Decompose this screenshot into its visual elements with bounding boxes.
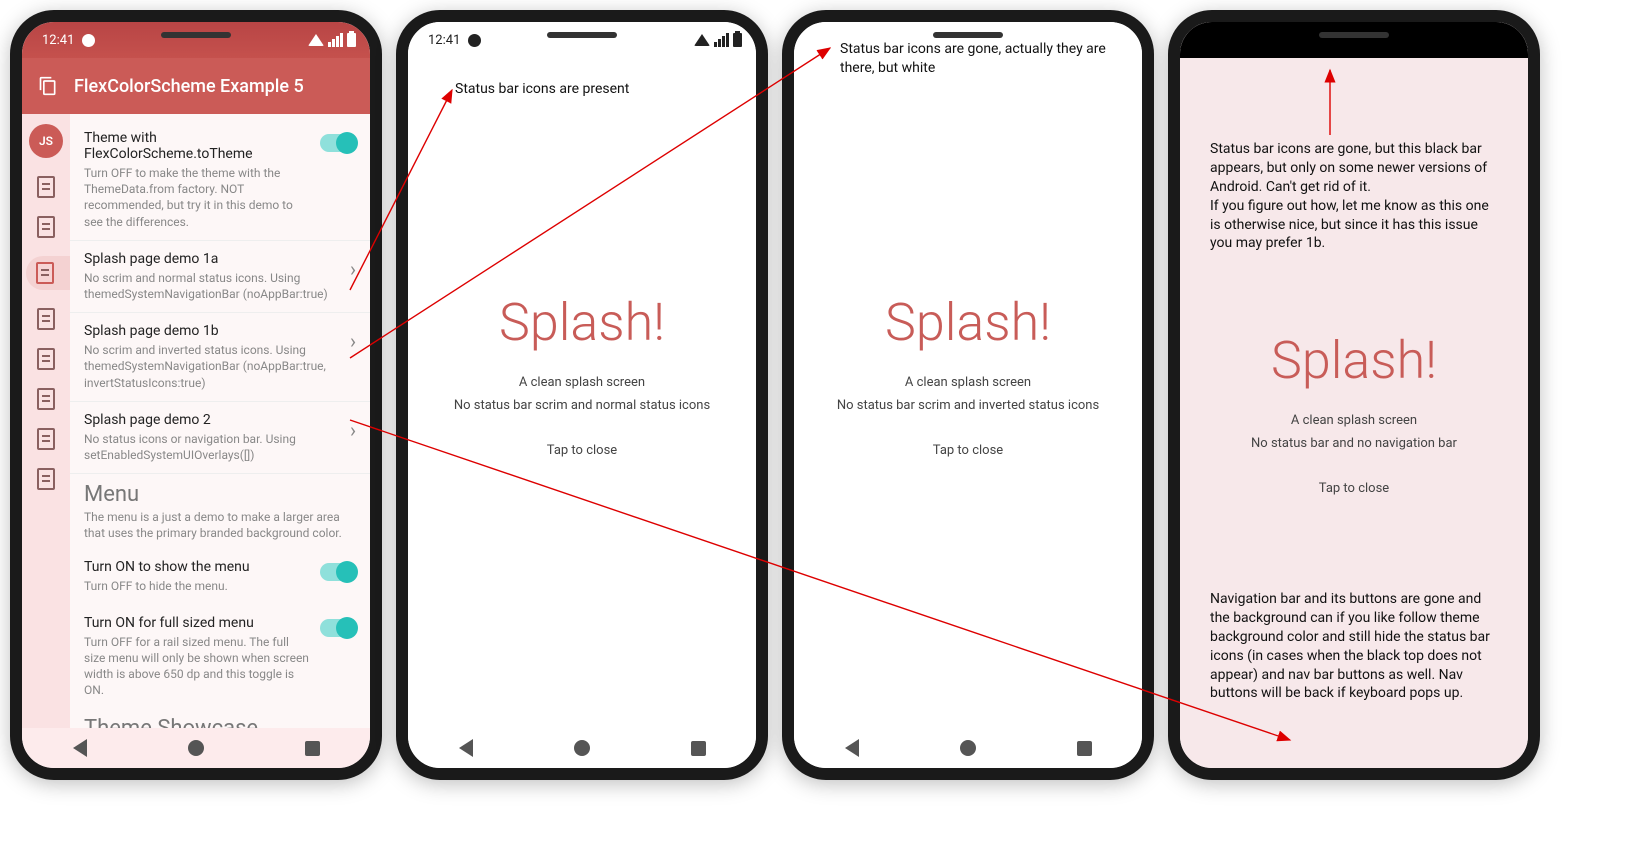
rail-item-icon[interactable] bbox=[37, 468, 55, 490]
battery-icon bbox=[347, 33, 356, 47]
setting-title: Turn ON for full sized menu bbox=[84, 615, 310, 631]
nav-home-icon[interactable] bbox=[960, 740, 976, 756]
setting-subtitle: Turn OFF to make the theme with the Them… bbox=[84, 165, 310, 230]
item-subtitle: No scrim and inverted status icons. Usin… bbox=[84, 342, 340, 391]
splash-line: No status bar scrim and inverted status … bbox=[837, 398, 1099, 413]
annotation-2: Status bar icons are gone, actually they… bbox=[840, 40, 1130, 78]
nav-recents-icon[interactable] bbox=[691, 741, 706, 756]
splash-line: No status bar scrim and normal status ic… bbox=[454, 398, 710, 413]
list-item-splash-1b[interactable]: Splash page demo 1b No scrim and inverte… bbox=[70, 313, 370, 402]
nav-rail: JS bbox=[22, 114, 70, 728]
section-subtitle: The menu is a just a demo to make a larg… bbox=[70, 509, 370, 549]
nav-back-icon[interactable] bbox=[73, 739, 87, 757]
nav-back-icon[interactable] bbox=[845, 739, 859, 757]
splash-screen[interactable]: Splash! A clean splash screen No status … bbox=[794, 22, 1142, 728]
rail-item-icon[interactable] bbox=[37, 216, 55, 238]
app-bar: FlexColorScheme Example 5 bbox=[22, 58, 370, 114]
status-bar: 12:41 bbox=[22, 22, 370, 58]
black-status-bar bbox=[1180, 22, 1528, 58]
setting-subtitle: Turn OFF for a rail sized menu. The full… bbox=[84, 634, 310, 699]
splash-line: A clean splash screen bbox=[1291, 413, 1417, 428]
setting-show-menu[interactable]: Turn ON to show the menu Turn OFF to hid… bbox=[70, 549, 370, 604]
item-title: Splash page demo 2 bbox=[84, 412, 340, 428]
switch-toggle[interactable] bbox=[320, 134, 356, 152]
item-subtitle: No status icons or navigation bar. Using… bbox=[84, 431, 340, 463]
rail-item-icon[interactable] bbox=[37, 428, 55, 450]
item-title: Splash page demo 1a bbox=[84, 251, 340, 267]
chevron-right-icon: › bbox=[350, 259, 356, 279]
wifi-icon bbox=[308, 34, 324, 46]
copy-icon[interactable] bbox=[38, 76, 58, 96]
signal-icon bbox=[328, 33, 343, 47]
list-item-splash-2[interactable]: Splash page demo 2 No status icons or na… bbox=[70, 402, 370, 474]
switch-toggle[interactable] bbox=[320, 563, 356, 581]
rail-item-icon[interactable] bbox=[37, 348, 55, 370]
nav-recents-icon[interactable] bbox=[1077, 741, 1092, 756]
android-nav-bar bbox=[22, 728, 370, 768]
android-nav-bar bbox=[408, 728, 756, 768]
rail-item-icon[interactable] bbox=[37, 388, 55, 410]
battery-icon bbox=[733, 33, 742, 47]
avatar-badge[interactable]: JS bbox=[29, 124, 63, 158]
splash-title: Splash! bbox=[885, 292, 1051, 353]
app-bar-title: FlexColorScheme Example 5 bbox=[74, 76, 304, 97]
section-heading-showcase: Theme Showcase bbox=[70, 708, 370, 728]
phone-speaker bbox=[161, 32, 231, 38]
splash-line: A clean splash screen bbox=[519, 375, 645, 390]
rail-item-icon-active[interactable] bbox=[36, 262, 54, 284]
setting-title: Turn ON to show the menu bbox=[84, 559, 310, 575]
setting-theme-toggle[interactable]: Theme with FlexColorScheme.toTheme Turn … bbox=[70, 120, 370, 241]
annotation-1: Status bar icons are present bbox=[455, 80, 629, 99]
item-subtitle: No scrim and normal status icons. Using … bbox=[84, 270, 340, 302]
splash-tap-hint: Tap to close bbox=[547, 443, 617, 458]
switch-toggle[interactable] bbox=[320, 619, 356, 637]
chevron-right-icon: › bbox=[350, 331, 356, 351]
nav-home-icon[interactable] bbox=[188, 740, 204, 756]
status-bar: 12:41 bbox=[408, 22, 756, 58]
annotation-3: Status bar icons are gone, but this blac… bbox=[1210, 140, 1500, 253]
splash-title: Splash! bbox=[1271, 330, 1437, 391]
phone-2: 12:41 Splash! A clean splash screen No s… bbox=[396, 10, 768, 780]
splash-line: A clean splash screen bbox=[905, 375, 1031, 390]
status-app-icon bbox=[82, 34, 95, 47]
setting-subtitle: Turn OFF to hide the menu. bbox=[84, 578, 310, 594]
splash-screen[interactable]: Splash! A clean splash screen No status … bbox=[408, 22, 756, 728]
item-title: Splash page demo 1b bbox=[84, 323, 340, 339]
wifi-icon bbox=[694, 34, 710, 46]
phone-speaker bbox=[547, 32, 617, 38]
annotation-4: Navigation bar and its buttons are gone … bbox=[1210, 590, 1500, 703]
setting-title: Theme with FlexColorScheme.toTheme bbox=[84, 130, 310, 162]
splash-title: Splash! bbox=[499, 292, 665, 353]
splash-line: No status bar and no navigation bar bbox=[1251, 436, 1457, 451]
android-nav-bar bbox=[794, 728, 1142, 768]
nav-recents-icon[interactable] bbox=[305, 741, 320, 756]
rail-item-icon[interactable] bbox=[37, 308, 55, 330]
status-time: 12:41 bbox=[428, 33, 460, 48]
phone-1: 12:41 FlexColorScheme Example 5 JS bbox=[10, 10, 382, 780]
phone-speaker bbox=[1319, 32, 1389, 38]
phone-speaker bbox=[933, 32, 1003, 38]
section-heading-menu: Menu bbox=[70, 474, 370, 509]
list-item-splash-1a[interactable]: Splash page demo 1a No scrim and normal … bbox=[70, 241, 370, 313]
nav-home-icon[interactable] bbox=[574, 740, 590, 756]
splash-tap-hint: Tap to close bbox=[933, 443, 1003, 458]
main-content: Theme with FlexColorScheme.toTheme Turn … bbox=[70, 114, 370, 728]
status-app-icon bbox=[468, 34, 481, 47]
chevron-right-icon: › bbox=[350, 420, 356, 440]
rail-item-icon[interactable] bbox=[37, 176, 55, 198]
setting-full-menu[interactable]: Turn ON for full sized menu Turn OFF for… bbox=[70, 605, 370, 709]
phone-3: Splash! A clean splash screen No status … bbox=[782, 10, 1154, 780]
signal-icon bbox=[714, 33, 729, 47]
splash-tap-hint: Tap to close bbox=[1319, 481, 1389, 496]
nav-back-icon[interactable] bbox=[459, 739, 473, 757]
status-time: 12:41 bbox=[42, 33, 74, 48]
